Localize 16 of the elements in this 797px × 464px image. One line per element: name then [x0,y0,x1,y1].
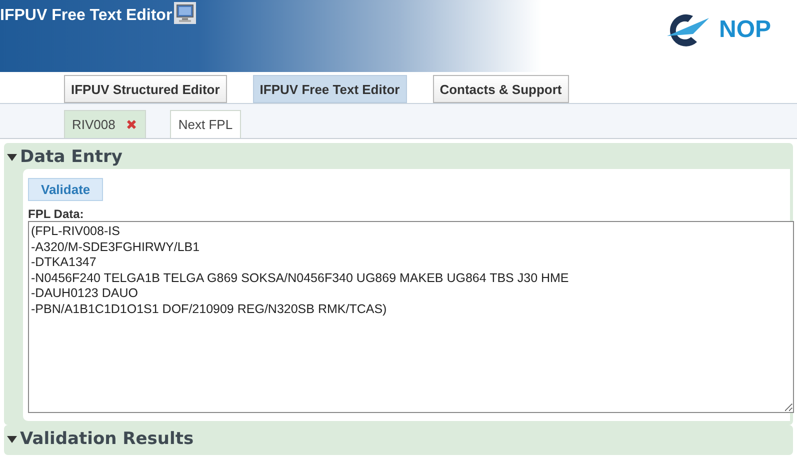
section-header[interactable]: Validation Results [6,427,194,451]
flight-tab[interactable]: Next FPL [170,110,241,138]
caret-down-icon [6,151,18,163]
monitor-icon [174,2,196,24]
fpl-data-field[interactable]: (FPL-RIV008-IS -A320/M-SDE3FGHIRWY/LB1 -DTKA1347 -N0456F240 TELGA1B TELGA G869 SOKSA/N0456F340 UG869 MAKEB UG864 TBS J30 HME -DAUH0123 DAUO -PBN/A1B1C1D1O1S1 DOF/210909 REG/N320SB RMK/TCAS) [28,221,794,413]
nav-tab[interactable]: IFPUV Structured Editor [64,75,227,103]
field-label: FPL Data: [28,207,84,221]
nav-tab[interactable]: Contacts & Support [432,75,569,103]
app-title: IFPUV Free Text Editor [0,7,172,25]
flight-tab[interactable]: RIV008 [64,110,146,138]
close-icon[interactable] [125,118,138,131]
validate-button[interactable]: Validate [28,178,104,201]
caret-down-icon [6,433,18,445]
logo-text: NOP [718,16,771,44]
nav-tab[interactable]: IFPUV Free Text Editor [252,75,407,103]
section-header[interactable]: Data Entry [6,145,122,169]
